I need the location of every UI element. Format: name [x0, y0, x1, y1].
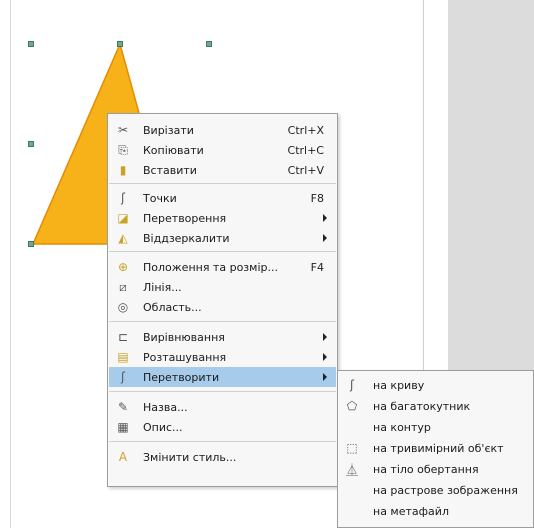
selection-handle[interactable]	[206, 41, 212, 47]
menu-separator	[109, 441, 336, 442]
menu-item-cut[interactable]: ✂ Вирізати Ctrl+X	[109, 120, 336, 140]
to-curve-icon: ʃ	[349, 378, 355, 392]
edit-style-icon: A	[118, 450, 128, 464]
submenu-arrow-icon	[323, 373, 327, 381]
submenu-item-to-rotation-object[interactable]: ⏅ на тіло обертання	[339, 460, 532, 478]
menu-separator	[109, 251, 336, 252]
to-polygon-icon: ⬠	[346, 399, 358, 413]
submenu-item-to-curve[interactable]: ʃ на криву	[339, 376, 532, 394]
to-3d-icon: ⬚	[346, 441, 358, 455]
transform-icon: ◪	[117, 211, 129, 225]
menu-item-copy[interactable]: ⎘ Копіювати Ctrl+C	[109, 140, 336, 160]
submenu-arrow-icon	[323, 214, 327, 222]
submenu-arrow-icon	[323, 234, 327, 242]
points-icon: ʃ	[120, 191, 126, 205]
submenu-item-to-polygon[interactable]: ⬠ на багатокутник	[339, 397, 532, 415]
submenu-item-to-3d[interactable]: ⬚ на тривимірний об'єкт	[339, 439, 532, 457]
arrange-icon: ▤	[117, 350, 129, 364]
menu-separator	[109, 183, 336, 184]
menu-item-area[interactable]: ◎ Область...	[109, 297, 336, 317]
area-icon: ◎	[117, 300, 129, 314]
menu-item-arrange[interactable]: ▤ Розташування	[109, 347, 336, 367]
line-icon: ⧄	[119, 279, 127, 294]
to-rotation-object-icon: ⏅	[345, 462, 358, 477]
menu-item-line[interactable]: ⧄ Лінія...	[109, 277, 336, 297]
description-icon: ▦	[117, 420, 129, 434]
align-icon: ⊏	[117, 330, 129, 344]
convert-submenu: ʃ на криву ⬠ на багатокутник на контур ⬚…	[337, 370, 534, 528]
selection-handle[interactable]	[28, 141, 34, 147]
selection-handle[interactable]	[117, 41, 123, 47]
menu-separator	[109, 391, 336, 392]
submenu-item-to-bitmap[interactable]: на растрове зображення	[339, 481, 532, 499]
menu-item-transform[interactable]: ◪ Перетворення	[109, 208, 336, 228]
menu-separator	[109, 321, 336, 322]
flip-icon: ◭	[118, 231, 128, 245]
menu-item-edit-style[interactable]: A Змінити стиль...	[109, 447, 336, 467]
selection-handle[interactable]	[28, 241, 34, 247]
menu-item-position-size[interactable]: ⊕ Положення та розмір... F4	[109, 257, 336, 277]
drawing-window: ✂ Вирізати Ctrl+X ⎘ Копіювати Ctrl+C ▮ В…	[0, 0, 534, 528]
menu-item-description[interactable]: ▦ Опис...	[109, 417, 336, 437]
submenu-item-to-contour[interactable]: на контур	[339, 418, 532, 436]
submenu-arrow-icon	[323, 333, 327, 341]
submenu-arrow-icon	[323, 353, 327, 361]
cut-icon: ✂	[117, 123, 129, 137]
convert-icon: ʃ	[120, 370, 126, 384]
name-icon: ✎	[117, 400, 129, 414]
paste-icon: ▮	[119, 163, 127, 177]
menu-item-points[interactable]: ʃ Точки F8	[109, 188, 336, 208]
menu-item-flip[interactable]: ◭ Віддзеркалити	[109, 228, 336, 248]
menu-item-paste[interactable]: ▮ Вставити Ctrl+V	[109, 160, 336, 180]
menu-item-align[interactable]: ⊏ Вирівнювання	[109, 327, 336, 347]
menu-item-convert[interactable]: ʃ Перетворити	[109, 367, 336, 387]
copy-icon: ⎘	[118, 142, 128, 157]
menu-item-name[interactable]: ✎ Назва...	[109, 397, 336, 417]
position-size-icon: ⊕	[117, 260, 129, 274]
selection-handle[interactable]	[28, 41, 34, 47]
context-menu: ✂ Вирізати Ctrl+X ⎘ Копіювати Ctrl+C ▮ В…	[107, 113, 338, 487]
submenu-item-to-metafile[interactable]: на метафайл	[339, 502, 532, 520]
